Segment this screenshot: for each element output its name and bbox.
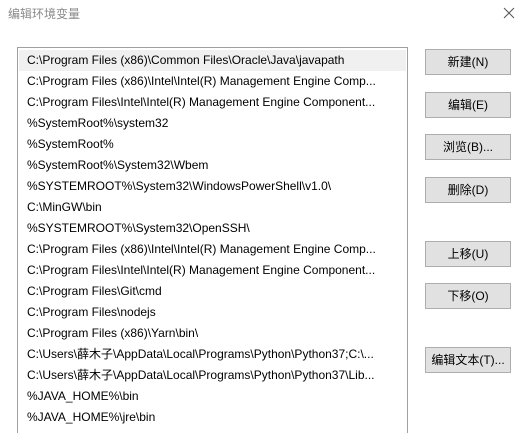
move-up-button[interactable]: 上移(U) (425, 241, 511, 267)
path-list-item-text: C:\Users\薛木子\AppData\Local\Programs\Pyth… (27, 368, 375, 382)
path-list-item-text: C:\Program Files\nodejs (27, 305, 156, 319)
path-list-item[interactable]: %SYSTEMROOT%\System32\OpenSSH\ (19, 218, 406, 239)
path-list-item-text: %SYSTEMROOT%\System32\WindowsPowerShell\… (27, 179, 332, 193)
path-list-item[interactable]: C:\MinGW\bin (19, 197, 406, 218)
path-list-item[interactable]: C:\Program Files\Intel\Intel(R) Manageme… (19, 260, 406, 281)
path-list-item[interactable]: %SystemRoot%\system32 (19, 113, 406, 134)
path-list-item[interactable]: C:\Program Files\Intel\Intel(R) Manageme… (19, 92, 406, 113)
path-list-item-text: C:\Program Files\Intel\Intel(R) Manageme… (27, 95, 376, 109)
path-list-item[interactable]: %JAVA_HOME%\jre\bin (19, 407, 406, 428)
path-list-item-text: %JAVA_HOME%\bin (27, 389, 139, 403)
path-list-item-text: C:\Program Files\Intel\Intel(R) Manageme… (27, 263, 376, 277)
path-list-item-text: %SYSTEMROOT%\System32\OpenSSH\ (27, 221, 250, 235)
close-icon (503, 7, 515, 19)
new-button[interactable]: 新建(N) (425, 49, 511, 75)
path-list-item[interactable]: %SYSTEMROOT%\System32\WindowsPowerShell\… (19, 176, 406, 197)
path-list-item[interactable]: C:\Program Files\Git\cmd (19, 281, 406, 302)
window-title: 编辑环境变量 (8, 7, 81, 21)
path-list-item[interactable]: C:\Users\薛木子\AppData\Local\Programs\Pyth… (19, 344, 406, 365)
path-list-item[interactable]: %SystemRoot%\System32\Wbem (19, 155, 406, 176)
path-list-item[interactable]: %SystemRoot% (19, 134, 406, 155)
path-list-item-text: %SystemRoot% (27, 137, 114, 151)
path-list-item[interactable]: C:\Users\薛木子\AppData\Local\Programs\Pyth… (19, 365, 406, 386)
path-list-item[interactable]: %JAVA_HOME%\bin (19, 386, 406, 407)
path-list-item[interactable]: C:\Program Files\nodejs (19, 302, 406, 323)
edit-button[interactable]: 编辑(E) (425, 92, 511, 118)
close-button[interactable] (496, 2, 522, 24)
path-list-item-text: C:\Program Files\Git\cmd (27, 284, 162, 298)
path-list-item-text: C:\Program Files (x86)\Yarn\bin\ (27, 326, 199, 340)
title-bar: 编辑环境变量 (0, 0, 524, 28)
path-list[interactable]: C:\Program Files (x86)\Common Files\Orac… (17, 47, 408, 433)
path-list-item-text: C:\MinGW\bin (27, 200, 102, 214)
path-list-item-text: C:\Users\薛木子\AppData\Local\Programs\Pyth… (27, 347, 374, 361)
path-list-item-text: C:\Program Files (x86)\Intel\Intel(R) Ma… (27, 242, 376, 256)
delete-button[interactable]: 删除(D) (425, 177, 511, 203)
path-list-item-text: C:\Program Files (x86)\Intel\Intel(R) Ma… (27, 74, 376, 88)
path-list-item[interactable]: C:\Program Files (x86)\Intel\Intel(R) Ma… (19, 239, 406, 260)
path-list-item-text: %SystemRoot%\System32\Wbem (27, 158, 209, 172)
path-list-item[interactable]: C:\Program Files (x86)\Intel\Intel(R) Ma… (19, 71, 406, 92)
browse-button[interactable]: 浏览(B)... (425, 134, 511, 160)
path-list-item[interactable]: C:\Program Files (x86)\Yarn\bin\ (19, 323, 406, 344)
path-list-item-text: %SystemRoot%\system32 (27, 116, 169, 130)
path-list-item-text: C:\Program Files (x86)\Common Files\Orac… (27, 53, 345, 67)
move-down-button[interactable]: 下移(O) (425, 283, 511, 309)
path-list-item[interactable]: C:\Program Files (x86)\Common Files\Orac… (19, 50, 406, 71)
edit-text-button[interactable]: 编辑文本(T)... (425, 347, 511, 373)
path-list-item-text: %JAVA_HOME%\jre\bin (27, 410, 156, 424)
